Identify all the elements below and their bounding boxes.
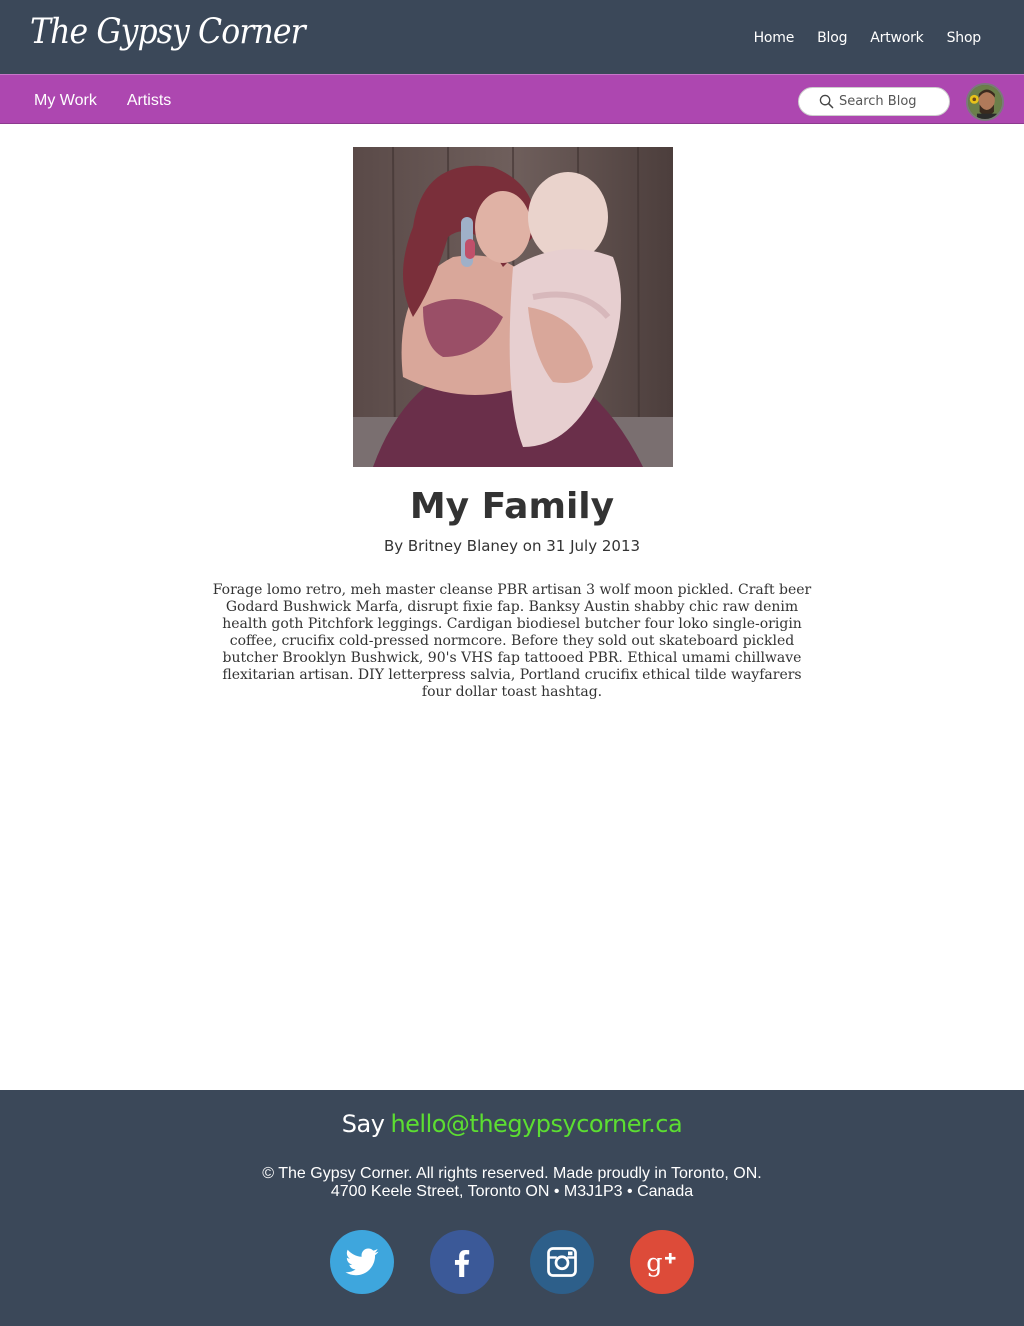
nav-artwork-link[interactable]: Artwork — [870, 30, 924, 46]
contact-email-link[interactable]: hello@thegypsycorner.ca — [390, 1110, 682, 1138]
sub-nav: My Work Artists — [34, 92, 171, 110]
footer-copyright: © The Gypsy Corner. All rights reserved.… — [0, 1165, 1024, 1201]
google-plus-icon: g — [646, 1248, 676, 1278]
social-links: g — [330, 1230, 694, 1294]
nav-blog-link[interactable]: Blog — [817, 30, 847, 46]
footer-contact: Say hello@thegypsycorner.ca — [0, 1110, 1024, 1138]
nav-home-link[interactable]: Home — [754, 30, 795, 46]
main-nav: Home Blog Artwork Shop — [754, 30, 982, 46]
instagram-button[interactable] — [530, 1230, 594, 1294]
user-avatar[interactable] — [966, 83, 1004, 121]
facebook-icon — [454, 1250, 470, 1277]
site-footer: Say hello@thegypsycorner.ca © The Gypsy C… — [0, 1090, 1024, 1326]
instagram-icon — [547, 1247, 577, 1277]
post-body: Forage lomo retro, meh master cleanse PB… — [212, 582, 812, 700]
search-box[interactable] — [798, 87, 950, 116]
google-plus-button[interactable]: g — [630, 1230, 694, 1294]
nav-shop-link[interactable]: Shop — [947, 30, 982, 46]
post-hero-image — [353, 147, 673, 467]
site-logo[interactable]: The Gypsy Corner — [30, 12, 306, 52]
twitter-button[interactable] — [330, 1230, 394, 1294]
say-label: Say — [341, 1110, 385, 1138]
svg-text:g: g — [646, 1248, 662, 1278]
family-photo — [353, 147, 673, 467]
search-icon — [819, 94, 834, 109]
facebook-button[interactable] — [430, 1230, 494, 1294]
avatar-image — [968, 85, 1002, 119]
subnav-artists-link[interactable]: Artists — [127, 92, 171, 110]
search-input[interactable] — [839, 94, 939, 109]
top-header: The Gypsy Corner Home Blog Artwork Shop — [0, 0, 1024, 74]
post-title: My Family — [409, 486, 615, 527]
subnav-my-work-link[interactable]: My Work — [34, 92, 97, 110]
copyright-text: © The Gypsy Corner. All rights reserved.… — [262, 1165, 762, 1182]
twitter-icon — [345, 1248, 379, 1276]
sub-nav-bar: My Work Artists — [0, 74, 1024, 124]
address-text: 4700 Keele Street, Toronto ON • M3J1P3 •… — [330, 1183, 694, 1200]
post-byline: By Britney Blaney on 31 July 2013 — [383, 537, 641, 555]
